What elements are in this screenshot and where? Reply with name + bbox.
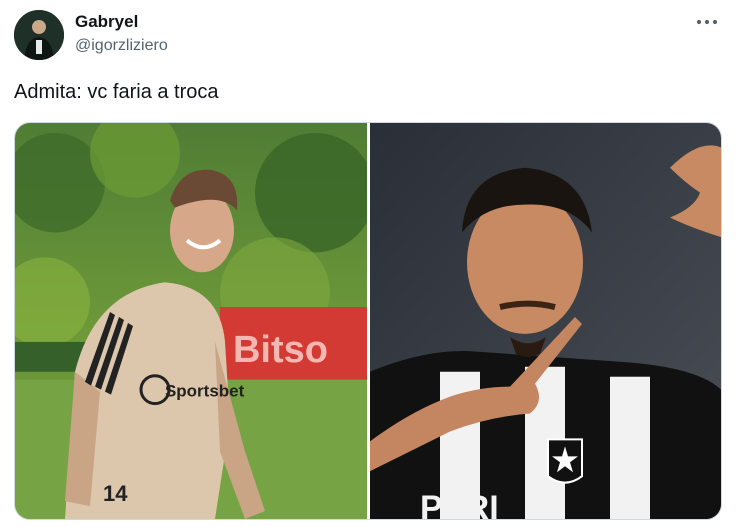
- avatar-image: [14, 10, 64, 60]
- shirt-sponsor-text: Sportsbet: [165, 382, 245, 401]
- tweet-photo-1[interactable]: Bitso Sportsbet 14: [15, 123, 367, 519]
- more-options-button[interactable]: [692, 10, 722, 34]
- shirt-sponsor-text-2: PARI: [420, 489, 499, 519]
- banner-text: Bitso: [233, 329, 328, 371]
- tweet-photo-2[interactable]: PARI: [370, 123, 721, 519]
- author-handle[interactable]: @igorzliziero: [75, 37, 168, 55]
- photo-player-pointing: PARI: [370, 123, 721, 519]
- photo-player-training: Bitso Sportsbet 14: [15, 123, 367, 519]
- tweet-text: Admita: vc faria a troca: [14, 81, 219, 103]
- shirt-number: 14: [103, 481, 128, 506]
- tweet-media: Bitso Sportsbet 14 PARI: [14, 122, 722, 520]
- author-display-name[interactable]: Gabryel: [75, 12, 138, 32]
- more-options-icon: [696, 19, 718, 25]
- author-avatar[interactable]: [14, 10, 64, 60]
